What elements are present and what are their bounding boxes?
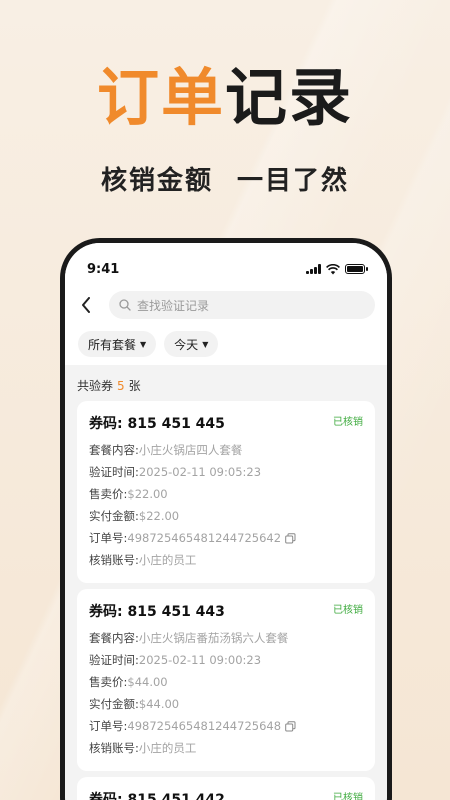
price-label: 售卖价: [89,675,128,689]
paid-row: 实付金额: $22.00 [89,505,363,527]
record-code: 券码: 815 451 442 [89,789,363,800]
paid-label: 实付金额: [89,509,139,523]
record-code: 券码: 815 451 443 [89,601,363,621]
price-value: $44.00 [127,675,168,689]
account-value: 小庄的员工 [138,553,197,567]
filter-date-dropdown[interactable]: 今天 ▼ [164,331,219,357]
verified-count: 共验券 5 张 [77,377,141,394]
account-label: 核销账号: [89,553,139,567]
account-value: 小庄的员工 [138,741,197,755]
order-no-value: 4987254654812447256​42 [127,531,282,545]
record-card[interactable]: 券码: 815 451 442 已核销 [77,777,375,800]
code-value: 815 451 442 [127,792,225,800]
paid-label: 实付金额: [89,697,139,711]
status-badge: 已核销 [333,793,363,800]
signal-icon [306,264,321,274]
battery-icon [345,264,368,274]
record-code: 券码: 815 451 445 [89,413,363,433]
record-card[interactable]: 券码: 815 451 443 已核销 套餐内容: 小庄火锅店番茄汤锅六人套餐 验… [77,589,375,771]
package-row: 套餐内容: 小庄火锅店番茄汤锅六人套餐 [89,627,363,649]
code-label: 券码: [89,604,123,620]
package-label: 套餐内容: [89,443,139,457]
search-row: 查找验证记录 [81,291,375,319]
verify-time-row: 验证时间: 2025-02-11 09:05:23 [89,461,363,483]
code-label: 券码: [89,416,123,432]
price-value: $22.00 [127,487,168,501]
headline: 订单记录 [0,60,450,136]
search-icon [119,299,131,311]
status-badge: 已核销 [333,605,363,616]
copy-icon[interactable] [285,532,296,544]
status-time: 9:41 [87,261,120,277]
dropdown-triangle-icon: ▼ [202,339,209,349]
package-value: 小庄火锅店四人套餐 [138,443,243,457]
filter-package-label: 所有套餐 [88,337,137,352]
status-icons [306,263,368,275]
search-input[interactable]: 查找验证记录 [109,291,375,319]
back-arrow-icon[interactable] [81,293,101,317]
verify-time-row: 验证时间: 2025-02-11 09:00:23 [89,649,363,671]
code-value: 815 451 443 [127,604,225,620]
wifi-icon [326,263,340,274]
dropdown-triangle-icon: ▼ [140,339,147,349]
package-value: 小庄火锅店番茄汤锅六人套餐 [138,631,289,645]
price-label: 售卖价: [89,487,128,501]
paid-value: $44.00 [138,697,180,711]
subline-left: 核销金额 [100,166,213,196]
count-prefix: 共验券 [77,379,114,393]
headline-main: 记录 [225,61,354,134]
code-value: 815 451 445 [127,416,225,432]
phone-screen: 9:41 查找验证记录 所有套餐 ▼ 今天 ▼ 共验券 5 张 券码: 815 … [65,243,387,800]
status-bar: 9:41 [87,261,368,277]
price-row: 售卖价: $22.00 [89,483,363,505]
count-number: 5 [117,379,125,393]
paid-row: 实付金额: $44.00 [89,693,363,715]
account-row: 核销账号: 小庄的员工 [89,549,363,571]
verify-time-value: 2025-02-11 09:00:23 [138,653,262,667]
headline-accent: 订单 [96,61,225,134]
status-badge: 已核销 [333,417,363,428]
account-label: 核销账号: [89,741,139,755]
count-suffix: 张 [128,379,141,393]
account-row: 核销账号: 小庄的员工 [89,737,363,759]
filter-date-label: 今天 [174,337,199,352]
code-label: 券码: [89,792,123,800]
phone-frame: 9:41 查找验证记录 所有套餐 ▼ 今天 ▼ 共验券 5 张 券码: 815 … [60,238,392,800]
paid-value: $22.00 [138,509,180,523]
copy-icon[interactable] [285,720,296,732]
price-row: 售卖价: $44.00 [89,671,363,693]
package-row: 套餐内容: 小庄火锅店四人套餐 [89,439,363,461]
order-no-label: 订单号: [89,531,128,545]
order-no-value: 498725465481244725648 [127,719,282,733]
order-no-row: 订单号: 4987254654812447256​42 [89,527,363,549]
search-placeholder: 查找验证记录 [137,298,210,313]
filter-package-dropdown[interactable]: 所有套餐 ▼ [78,331,157,357]
subline: 核销金额 一目了然 [0,160,450,197]
verify-time-label: 验证时间: [89,465,139,479]
verify-time-label: 验证时间: [89,653,139,667]
filter-bar: 所有套餐 ▼ 今天 ▼ [78,331,219,357]
subline-right: 一目了然 [237,166,350,196]
record-card[interactable]: 券码: 815 451 445 已核销 套餐内容: 小庄火锅店四人套餐 验证时间:… [77,401,375,583]
order-no-row: 订单号: 498725465481244725648 [89,715,363,737]
package-label: 套餐内容: [89,631,139,645]
verify-time-value: 2025-02-11 09:05:23 [138,465,262,479]
order-no-label: 订单号: [89,719,128,733]
